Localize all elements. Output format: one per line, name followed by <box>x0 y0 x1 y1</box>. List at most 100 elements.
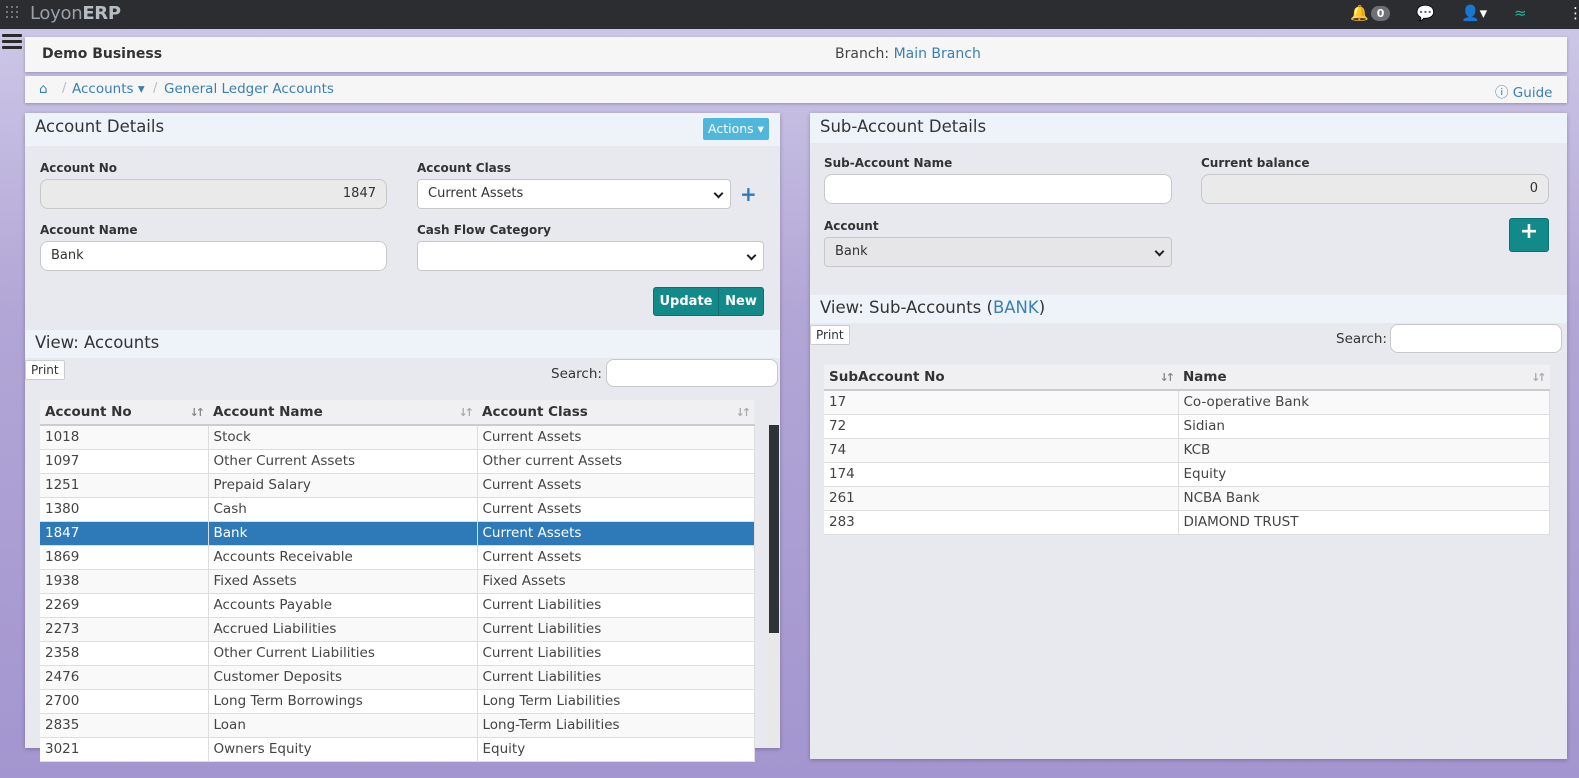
cash-flow-label: Cash Flow Category <box>417 223 551 237</box>
table-cell: Current Assets <box>477 473 755 498</box>
table-cell: Accounts Receivable <box>208 545 478 570</box>
sub-account-name-label: Sub-Account Name <box>824 156 953 170</box>
actions-button[interactable]: Actions ▾ <box>703 118 769 140</box>
user-menu-icon[interactable]: 👤▾ <box>1461 4 1487 22</box>
table-row[interactable]: 2358 Other Current Liabilities Current Lia… <box>40 641 755 666</box>
table-cell: Customer Deposits <box>208 665 478 690</box>
account-name-field[interactable]: Bank <box>40 241 387 271</box>
update-button[interactable]: Update <box>653 287 719 316</box>
table-cell: Current Assets <box>477 521 755 546</box>
accounts-view-title: View: Accounts <box>35 333 160 352</box>
table-cell: Owners Equity <box>208 737 478 762</box>
more-vertical-icon[interactable]: ⋮ <box>1568 4 1579 22</box>
table-cell: 2273 <box>40 617 209 642</box>
table-cell: 2835 <box>40 713 209 738</box>
home-icon[interactable]: ⌂ <box>39 81 48 97</box>
app-logo[interactable]: LoyonERP <box>30 3 121 24</box>
table-row[interactable]: 17 Co-operative Bank <box>824 390 1550 415</box>
print-accounts-button[interactable]: Print <box>25 360 65 380</box>
sub-account-details-panel: Sub-Account Details Sub-Account Name Cur… <box>810 113 1567 759</box>
table-cell: Current Liabilities <box>477 617 755 642</box>
cash-flow-select[interactable] <box>417 241 764 271</box>
table-cell: 174 <box>824 462 1179 487</box>
table-cell: 1097 <box>40 449 209 474</box>
breadcrumb-ledger[interactable]: General Ledger Accounts <box>164 81 334 97</box>
table-row[interactable]: 3021 Owners Equity Equity <box>40 737 755 762</box>
table-row[interactable]: 2700 Long Term Borrowings Long Term Liabil… <box>40 689 755 714</box>
account-no-label: Account No <box>40 161 118 175</box>
table-cell: Current Liabilities <box>477 593 755 618</box>
notifications-button[interactable]: 🔔 0 <box>1350 4 1391 22</box>
table-cell: Other Current Assets <box>208 449 478 474</box>
table-row[interactable]: 1380 Cash Current Assets <box>40 497 755 522</box>
sub-account-name-field[interactable] <box>824 174 1172 204</box>
account-class-select[interactable]: Current Assets <box>417 179 731 209</box>
table-cell: Long Term Borrowings <box>208 689 478 714</box>
apps-grid-icon[interactable] <box>6 6 24 24</box>
accounts-table: Account No ↓↑ Account Name ↓↑ Account Clas… <box>40 400 755 762</box>
sub-accounts-search-input[interactable] <box>1390 324 1562 353</box>
table-cell: Cash <box>208 497 478 522</box>
account-label: Account <box>824 219 879 233</box>
table-cell: Equity <box>1178 462 1550 487</box>
add-sub-account-button[interactable]: + <box>1509 218 1549 252</box>
table-row[interactable]: 174 Equity <box>824 462 1550 487</box>
table-cell: 2269 <box>40 593 209 618</box>
table-row[interactable]: 1018 Stock Current Assets <box>40 425 755 450</box>
account-name-label: Account Name <box>40 223 138 237</box>
table-row[interactable]: 261 NCBA Bank <box>824 486 1550 511</box>
column-header[interactable]: SubAccount No ↓↑ <box>824 365 1178 391</box>
table-cell: 74 <box>824 438 1179 463</box>
table-cell: Current Liabilities <box>477 641 755 666</box>
table-cell: 1847 <box>40 521 209 546</box>
account-no-field[interactable]: 1847 <box>40 179 387 209</box>
accounts-search-input[interactable] <box>606 359 778 387</box>
table-cell: Accounts Payable <box>208 593 478 618</box>
table-cell: 72 <box>824 414 1179 439</box>
table-row[interactable]: 72 Sidian <box>824 414 1550 439</box>
print-sub-accounts-button[interactable]: Print <box>810 325 850 345</box>
guide-link[interactable]: ⓘ Guide <box>1495 81 1552 101</box>
table-row[interactable]: 1251 Prepaid Salary Current Assets <box>40 473 755 498</box>
wifi-icon: ≈ <box>1514 4 1527 22</box>
table-cell: Other current Assets <box>477 449 755 474</box>
column-header[interactable]: Name ↓↑ <box>1178 365 1550 391</box>
account-select[interactable]: Bank <box>824 237 1172 267</box>
panel-title: Sub-Account Details <box>820 117 987 136</box>
table-cell: DIAMOND TRUST <box>1178 510 1550 535</box>
table-row[interactable]: 2476 Customer Deposits Current Liabilities <box>40 665 755 690</box>
table-row[interactable]: 1097 Other Current Assets Other current As… <box>40 449 755 474</box>
table-cell: Long Term Liabilities <box>477 689 755 714</box>
column-header[interactable]: Account Class ↓↑ <box>477 400 755 426</box>
account-class-label: Account Class <box>417 161 512 175</box>
table-row[interactable]: 1938 Fixed Assets Fixed Assets <box>40 569 755 594</box>
chat-icon[interactable]: 💬 <box>1416 4 1435 22</box>
branch-link[interactable]: Main Branch <box>894 46 981 62</box>
accounts-scrollbar-thumb[interactable] <box>769 425 779 633</box>
table-row[interactable]: 1869 Accounts Receivable Current Assets <box>40 545 755 570</box>
column-header[interactable]: Account No ↓↑ <box>40 400 208 426</box>
table-cell: Stock <box>208 425 478 450</box>
table-cell: 2358 <box>40 641 209 666</box>
table-cell: 1018 <box>40 425 209 450</box>
account-details-panel: Account Details Actions ▾ Account No 184… <box>25 113 780 762</box>
table-cell: Prepaid Salary <box>208 473 478 498</box>
sub-accounts-search-label: Search: <box>1336 331 1387 347</box>
table-row[interactable]: 74 KCB <box>824 438 1550 463</box>
top-navbar: LoyonERP 🔔 0 💬 👤▾ ≈ ⋮ <box>0 0 1579 29</box>
add-account-class-icon[interactable]: + <box>740 182 757 206</box>
table-cell: Long-Term Liabilities <box>477 713 755 738</box>
breadcrumb-accounts[interactable]: Accounts ▾ <box>72 81 145 97</box>
new-button[interactable]: New <box>718 287 764 316</box>
menu-toggle-icon[interactable] <box>2 34 22 50</box>
current-balance-label: Current balance <box>1201 156 1310 170</box>
table-row[interactable]: 2835 Loan Long-Term Liabilities <box>40 713 755 738</box>
table-row[interactable]: 283 DIAMOND TRUST <box>824 510 1550 535</box>
current-balance-field[interactable]: 0 <box>1201 174 1549 204</box>
table-row[interactable]: 2269 Accounts Payable Current Liabilities <box>40 593 755 618</box>
column-header[interactable]: Account Name ↓↑ <box>208 400 477 426</box>
table-row[interactable]: 2273 Accrued Liabilities Current Liabiliti… <box>40 617 755 642</box>
accounts-view-header: View: Accounts <box>25 330 780 358</box>
table-cell: Equity <box>477 737 755 762</box>
table-row[interactable]: 1847 Bank Current Assets <box>40 521 755 546</box>
